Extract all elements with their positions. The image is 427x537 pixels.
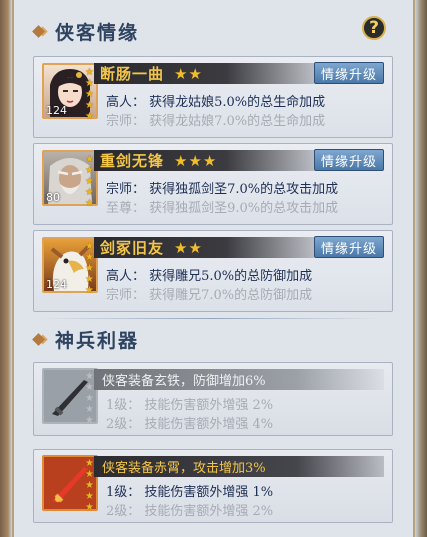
bond-name-bar: 断肠一曲 ★★ — [94, 63, 314, 84]
star-icon: ★ — [85, 458, 94, 469]
star-icon: ★ — [85, 502, 94, 513]
star-icon: ★ — [85, 491, 94, 502]
star-icon: ★ — [85, 111, 94, 122]
star-icon: ★ — [85, 89, 94, 100]
bond-upgrade-button[interactable]: 情缘升级 — [314, 62, 384, 84]
bond-name: 剑冢旧友 — [100, 239, 165, 257]
bond-name: 重剑无锋 — [100, 152, 165, 170]
hero-level: 124 — [46, 104, 67, 117]
portrait-stars: ★ ★ ★ ★ ★ — [85, 67, 94, 122]
bond-stars: ★★★ — [174, 151, 218, 170]
star-icon: ★ — [85, 187, 94, 198]
star-icon: ★ — [85, 415, 94, 426]
hero-level: 124 — [46, 278, 67, 291]
bond-effect-active: 宗师： 获得独孤剑圣7.0%的总攻击加成 — [106, 182, 339, 197]
bond-upgrade-button[interactable]: 情缘升级 — [314, 236, 384, 258]
diamond-icon — [32, 24, 45, 38]
star-icon: ★ — [85, 241, 94, 252]
star-icon: ★ — [85, 67, 94, 78]
star-icon: ★ — [85, 154, 94, 165]
hero-level: 80 — [46, 191, 60, 204]
portrait-stars: ★ ★ ★ ★ ★ — [85, 241, 94, 296]
question-icon: ? — [369, 18, 379, 38]
weapon-header: 侠客装备玄铁，防御增加6% — [94, 369, 384, 390]
star-icon: ★ — [85, 263, 94, 274]
bond-effect-active: 高人： 获得龙姑娘5.0%的总生命加成 — [106, 95, 326, 110]
weapon-stars: ★ ★ ★ ★ ★ — [85, 371, 94, 426]
star-icon: ★ — [85, 285, 94, 296]
bond-card: 80 ★ ★ ★ ★ ★ 重剑无锋 ★★★ 情缘升级 宗师： 获得独孤剑圣7.0%的总攻… — [33, 143, 393, 225]
bond-effect-next: 至尊： 获得独孤剑圣9.0%的总攻击加成 — [106, 201, 339, 216]
star-icon: ★ — [85, 371, 94, 382]
bond-card: 124 ★ ★ ★ ★ ★ 剑冢旧友 ★★ 情缘升级 高人： 获得雕兄5.0%的总防御加… — [33, 230, 393, 312]
star-icon: ★ — [85, 469, 94, 480]
weapon-effect: 2级： 技能伤害额外增强 4% — [106, 417, 274, 432]
bond-stars: ★★ — [174, 64, 203, 83]
diamond-icon — [32, 332, 45, 346]
section-divider — [40, 318, 380, 319]
star-icon: ★ — [85, 252, 94, 263]
bond-stars: ★★ — [174, 238, 203, 257]
star-icon: ★ — [85, 393, 94, 404]
bond-effect-next: 宗师： 获得雕兄7.0%的总防御加成 — [106, 288, 313, 303]
weapon-effect: 1级： 技能伤害额外增强 1% — [106, 485, 274, 500]
help-button[interactable]: ? — [362, 16, 386, 40]
portrait-stars: ★ ★ ★ ★ ★ — [85, 154, 94, 209]
section-title-weapons: 神兵利器 — [32, 325, 140, 353]
weapon-effect: 2级： 技能伤害额外增强 2% — [106, 504, 274, 519]
weapon-card: ★ ★ ★ ★ ★ 侠客装备玄铁，防御增加6% 1级： 技能伤害额外增强 2% 2级： … — [33, 362, 393, 436]
star-icon: ★ — [85, 78, 94, 89]
bond-name: 断肠一曲 — [100, 65, 165, 83]
bond-card: 124 ★ ★ ★ ★ ★ 断肠一曲 ★★ 情缘升级 高人： 获得龙姑娘5.0%的总生命… — [33, 56, 393, 138]
weapon-card: ★ ★ ★ ★ ★ 侠客装备赤霄，攻击增加3% 1级： 技能伤害额外增强 1% 2级： … — [33, 449, 393, 523]
bond-upgrade-button[interactable]: 情缘升级 — [314, 149, 384, 171]
star-icon: ★ — [85, 274, 94, 285]
section-title-bonds: 侠客情缘 — [32, 17, 140, 45]
star-icon: ★ — [85, 198, 94, 209]
star-icon: ★ — [85, 382, 94, 393]
section-title-text: 侠客情缘 — [55, 21, 140, 44]
bond-effect-active: 高人： 获得雕兄5.0%的总防御加成 — [106, 269, 313, 284]
star-icon: ★ — [85, 165, 94, 176]
section-title-text: 神兵利器 — [55, 329, 140, 352]
bond-name-bar: 重剑无锋 ★★★ — [94, 150, 314, 171]
bond-name-bar: 剑冢旧友 ★★ — [94, 237, 314, 258]
bond-effect-next: 宗师： 获得龙姑娘7.0%的总生命加成 — [106, 114, 326, 129]
star-icon: ★ — [85, 100, 94, 111]
star-icon: ★ — [85, 404, 94, 415]
weapon-header: 侠客装备赤霄，攻击增加3% — [94, 456, 384, 477]
weapon-effect: 1级： 技能伤害额外增强 2% — [106, 398, 274, 413]
weapon-stars: ★ ★ ★ ★ ★ — [85, 458, 94, 513]
star-icon: ★ — [85, 480, 94, 491]
star-icon: ★ — [85, 176, 94, 187]
